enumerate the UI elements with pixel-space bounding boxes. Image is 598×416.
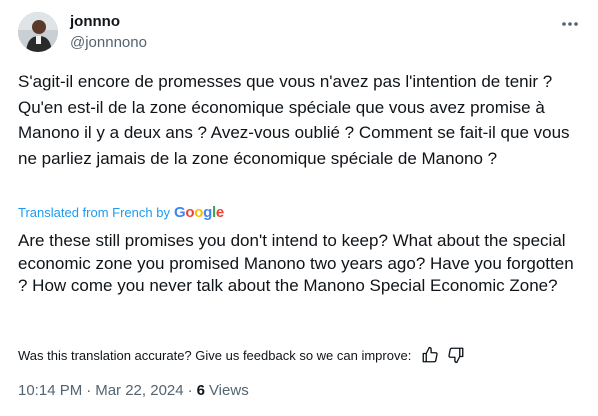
author-name[interactable]: jonnno	[70, 12, 147, 32]
avatar[interactable]	[18, 12, 58, 52]
more-button[interactable]	[555, 12, 585, 36]
translated-from-link[interactable]: Translated from French by Google	[18, 204, 224, 221]
feedback-prompt: Was this translation accurate? Give us f…	[18, 347, 412, 363]
tweet-meta: 10:14 PM · Mar 22, 2024 · 6 Views	[18, 382, 249, 399]
tweet-original-text: S'agit-il encore de promesses que vous n…	[18, 72, 570, 168]
thumbs-down-button[interactable]	[445, 344, 467, 366]
views-count: 6	[196, 382, 205, 399]
avatar-image	[18, 12, 58, 52]
author-info: jonnno @jonnnono	[70, 12, 147, 53]
thumbs-down-icon	[448, 347, 464, 364]
tweet-date[interactable]: Mar 22, 2024	[95, 382, 183, 399]
thumbs-up-icon	[422, 346, 438, 363]
author-handle[interactable]: @jonnnono	[70, 33, 147, 53]
tweet: jonnno @jonnnono S'agit-il encore de pro…	[0, 0, 598, 416]
translation-feedback: Was this translation accurate? Give us f…	[18, 344, 467, 366]
meta-separator-2: ·	[187, 382, 193, 399]
thumbs-up-button[interactable]	[419, 344, 441, 366]
translated-from-label: Translated from French by	[18, 205, 170, 220]
meta-separator: ·	[86, 382, 92, 399]
google-logo: Google	[173, 204, 224, 221]
views-label: Views	[208, 382, 249, 399]
tweet-time[interactable]: 10:14 PM	[18, 382, 82, 399]
tweet-translated-text: Are these still promises you don't inten…	[18, 231, 574, 295]
more-icon	[562, 22, 578, 26]
